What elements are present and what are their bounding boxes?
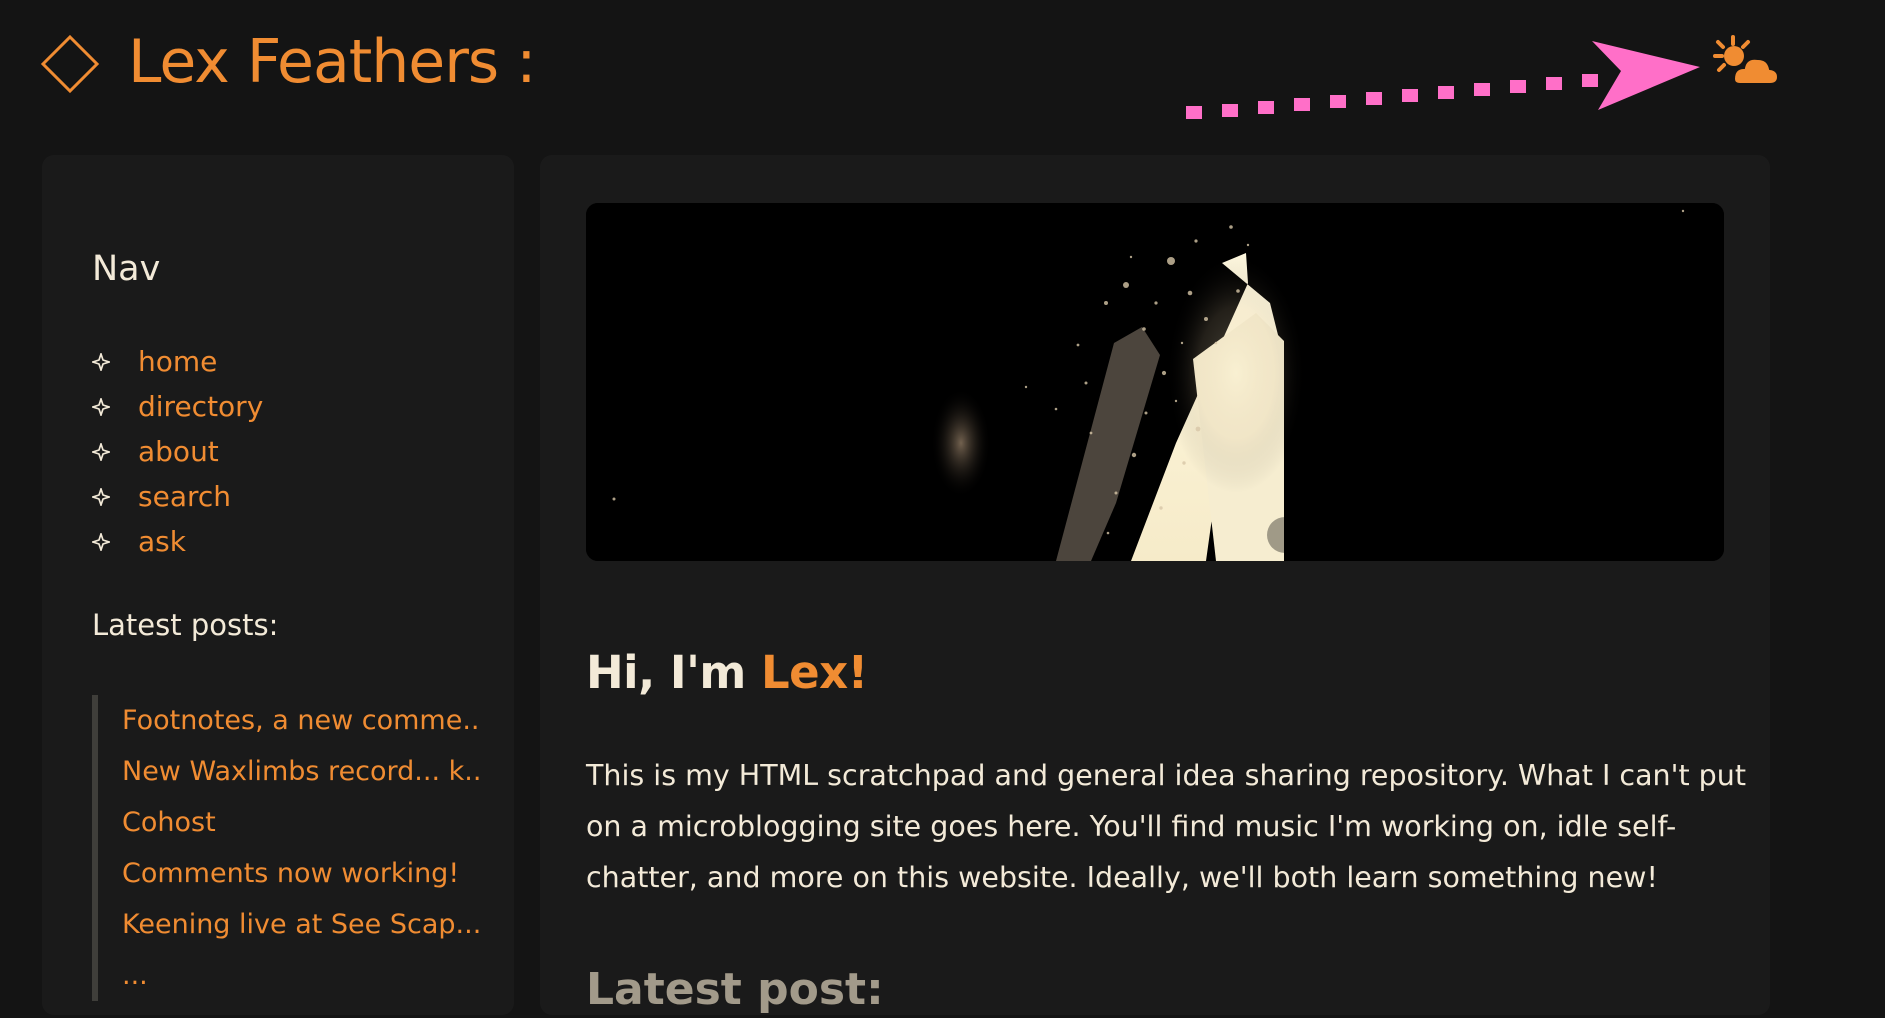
- latest-post-link[interactable]: Footnotes, a new comme...: [122, 695, 482, 746]
- diamond-outline-icon[interactable]: [40, 34, 100, 94]
- latest-post-link[interactable]: New Waxlimbs record... k...: [122, 746, 482, 797]
- hero-image: [586, 203, 1724, 561]
- intro-paragraph: This is my HTML scratchpad and general i…: [586, 758, 1747, 894]
- nav-link-about[interactable]: about: [138, 435, 219, 469]
- nav-item-home[interactable]: home: [92, 339, 263, 384]
- latest-post-link[interactable]: Cohost: [122, 797, 482, 848]
- sidebar-panel: Nav home directory about search ask Late…: [42, 155, 514, 1015]
- greeting-name: Lex!: [760, 646, 868, 700]
- nav-title: Nav: [92, 249, 161, 289]
- more-posts-link[interactable]: ...: [122, 950, 482, 1001]
- main-content-panel: Hi, I'm Lex! This is my HTML scratchpad …: [540, 155, 1770, 1015]
- sparkle-bullet-icon: [92, 352, 110, 371]
- pink-dotted-arrow-icon: [1186, 41, 1700, 119]
- greeting-prefix: Hi, I'm: [586, 646, 761, 700]
- nav-link-home[interactable]: home: [138, 345, 217, 379]
- sparkle-bullet-icon: [92, 442, 110, 461]
- greeting-heading: Hi, I'm Lex!: [586, 645, 868, 701]
- hero-light-streak-image: [586, 203, 1724, 561]
- sparkle-bullet-icon: [92, 397, 110, 416]
- latest-posts-list: Footnotes, a new comme... New Waxlimbs r…: [92, 695, 482, 1001]
- nav-link-directory[interactable]: directory: [138, 390, 263, 424]
- sparkle-bullet-icon: [92, 532, 110, 551]
- nav-list: home directory about search ask: [92, 339, 263, 564]
- latest-post-heading: Latest post:: [586, 963, 884, 1015]
- nav-link-ask[interactable]: ask: [138, 525, 186, 559]
- nav-link-search[interactable]: search: [138, 480, 231, 514]
- site-header: Lex Feathers :: [0, 0, 1885, 150]
- latest-posts-title: Latest posts:: [92, 608, 279, 642]
- nav-item-about[interactable]: about: [92, 429, 263, 474]
- sparkle-bullet-icon: [92, 487, 110, 506]
- theme-toggle-sun-cloud-icon[interactable]: [1712, 34, 1780, 88]
- nav-item-search[interactable]: search: [92, 474, 263, 519]
- nav-item-ask[interactable]: ask: [92, 519, 263, 564]
- latest-post-link[interactable]: Comments now working!: [122, 848, 482, 899]
- site-title[interactable]: Lex Feathers :: [128, 24, 536, 100]
- latest-post-link[interactable]: Keening live at See Scap...: [122, 899, 482, 950]
- nav-item-directory[interactable]: directory: [92, 384, 263, 429]
